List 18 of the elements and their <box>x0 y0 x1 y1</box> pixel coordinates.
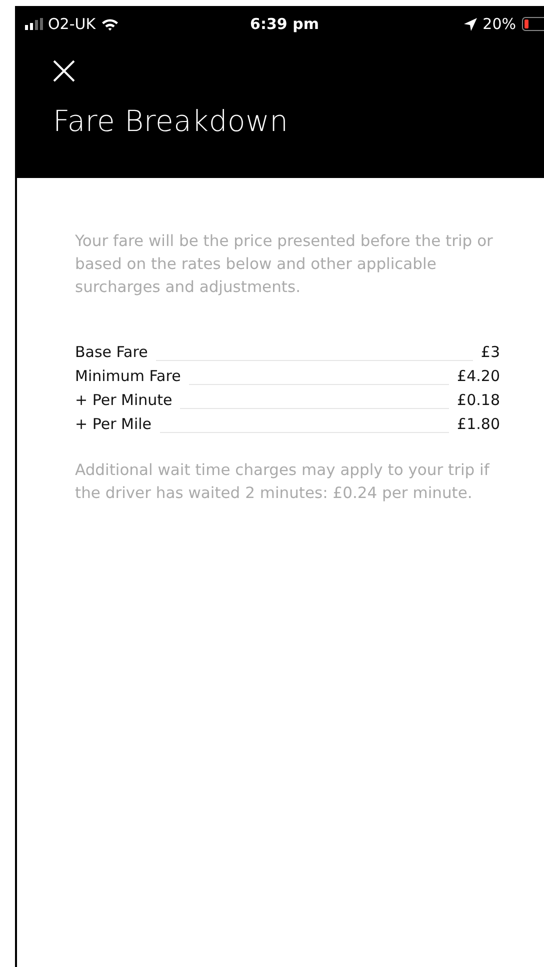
rate-label: + Per Minute <box>75 391 172 409</box>
rate-label: Base Fare <box>75 343 148 361</box>
status-time: 6:39 pm <box>250 15 319 33</box>
signal-icon <box>25 18 43 30</box>
carrier-name: O2-UK <box>48 15 96 33</box>
location-arrow-icon <box>464 18 477 30</box>
battery-percent: 20% <box>482 15 516 33</box>
wait-time-note: Additional wait time charges may apply to your trip if the driver has waited 2 minutes: £0.24 per minute. <box>75 460 491 504</box>
rate-amount: £1.80 <box>457 415 500 433</box>
rate-label: + Per Mile <box>75 415 152 433</box>
rate-label: Minimum Fare <box>75 367 181 385</box>
page-title: Fare Breakdown <box>53 104 290 138</box>
battery-icon <box>522 17 544 31</box>
intro-text: Your fare will be the price presented before the trip or based on the rates below and other applicable surcharges and adjustments. <box>75 231 494 298</box>
rate-amount: £0.18 <box>457 391 500 409</box>
rate-amount: £4.20 <box>457 367 500 385</box>
rate-amount: £3 <box>480 343 500 361</box>
wifi-icon <box>100 18 119 30</box>
